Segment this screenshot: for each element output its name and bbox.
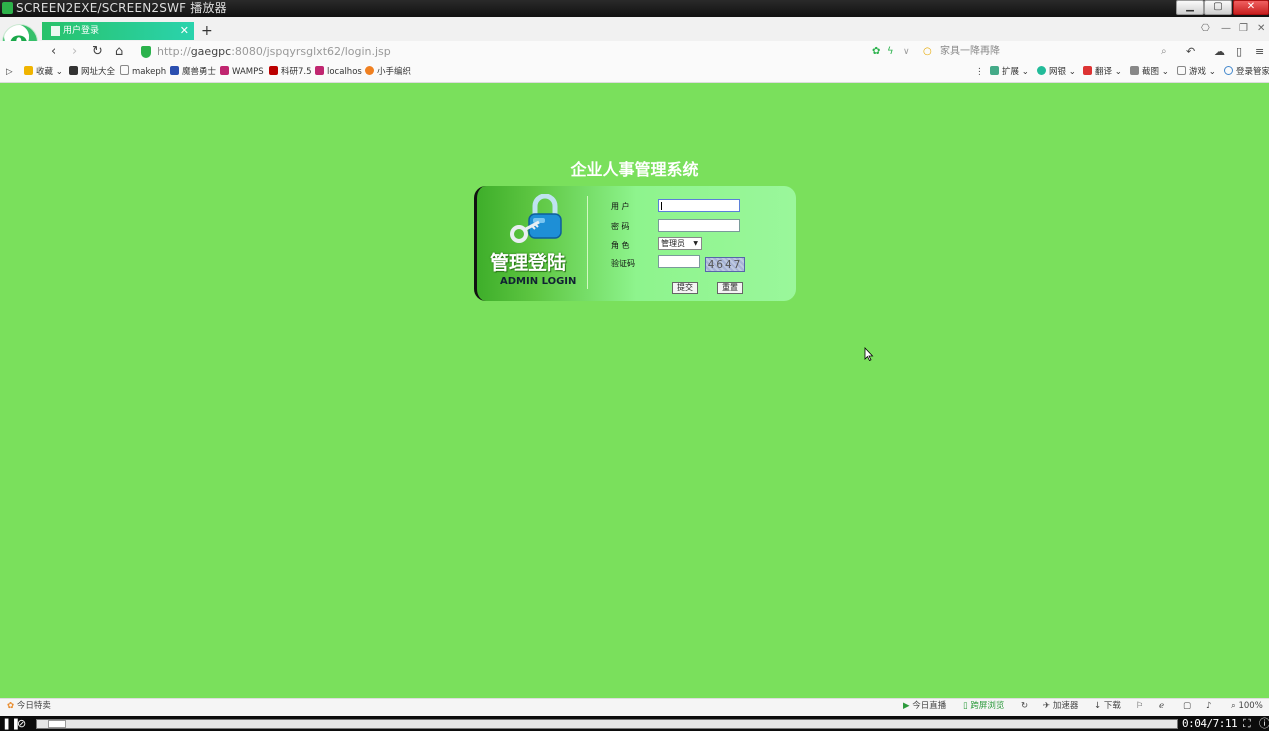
dropdown-chevron-icon[interactable]: ∨ — [903, 41, 910, 63]
search-icon[interactable]: ⌕ — [1161, 41, 1167, 63]
panel-divider — [587, 196, 588, 289]
status-download[interactable]: ↓ 下载 — [1094, 698, 1121, 715]
minimize-icon: ▁ — [1186, 1, 1194, 12]
password-input[interactable] — [658, 219, 740, 232]
url-host: gaegpc — [190, 45, 232, 58]
toolbar-games[interactable]: 游戏 ⌄ — [1177, 63, 1216, 82]
page-title: 企业人事管理系统 — [570, 160, 699, 179]
reset-button[interactable]: 重置 — [717, 282, 743, 294]
tab-label: 用户登录 — [63, 26, 100, 36]
bookmark-wamps[interactable]: WAMPS — [220, 63, 264, 82]
stop-icon[interactable]: ⊘ — [17, 716, 26, 731]
status-refresh-icon[interactable]: ↻ — [1021, 698, 1028, 715]
close-icon: ✕ — [1246, 1, 1256, 12]
tab-close-icon[interactable]: ✕ — [180, 22, 189, 40]
restore-tabs-icon[interactable]: ⎔ — [1201, 23, 1210, 34]
search-input[interactable]: 家具一降再降 — [940, 41, 1000, 63]
new-tab-button[interactable]: + — [201, 22, 213, 40]
bookmark-makeph[interactable]: makeph — [120, 63, 166, 82]
toolbar-screenshot[interactable]: 截图 ⌄ — [1130, 63, 1169, 82]
bookmark-localhost[interactable]: localhos — [315, 63, 362, 82]
cloud-icon[interactable]: ☁ — [1214, 41, 1225, 63]
login-panel: 管理登陆 ADMIN LOGIN 用 户 密 码 角 色 管理员 ▼ 验证码 4… — [474, 186, 796, 301]
phone-icon[interactable]: ▯ — [1236, 41, 1242, 63]
captcha-label: 验证码 — [611, 259, 635, 268]
bookmarks-more-icon[interactable]: ⋮ — [975, 63, 984, 82]
tab-user-login[interactable]: 用户登录 ✕ — [42, 22, 194, 40]
forward-arrow-icon[interactable]: › — [72, 41, 77, 63]
undo-icon[interactable]: ↶ — [1186, 41, 1195, 63]
bookmark-favorites[interactable]: 收藏 ⌄ — [24, 63, 63, 82]
captcha-image[interactable]: 4647 — [705, 257, 745, 272]
admin-login-subheading: ADMIN LOGIN — [500, 276, 577, 287]
close-browser-icon[interactable]: ✕ — [1257, 23, 1265, 34]
fullscreen-icon[interactable]: ⛶ — [1243, 716, 1251, 731]
status-live[interactable]: ▶ 今日直播 — [903, 698, 946, 715]
time-readout: 0:04/7:11 — [1182, 717, 1238, 730]
player-titlebar: SCREEN2EXE/SCREEN2SWF 播放器 ▁ ▢ ✕ — [0, 0, 1269, 17]
admin-login-heading: 管理登陆 — [490, 252, 567, 274]
status-flag-icon[interactable]: ⚐ — [1136, 698, 1144, 715]
submit-button[interactable]: 提交 — [672, 282, 698, 294]
maximize-button[interactable]: ▢ — [1204, 0, 1232, 15]
status-daily-deals[interactable]: ✿ 今日特卖 — [7, 698, 51, 715]
extension-gear-icon[interactable]: ✿ — [872, 41, 880, 63]
status-ie-icon[interactable]: ℯ — [1159, 698, 1164, 715]
role-selected-value: 管理员 — [661, 239, 685, 248]
lightning-icon[interactable]: ϟ — [887, 41, 894, 63]
home-icon[interactable]: ⌂ — [115, 41, 123, 63]
seek-bar[interactable] — [36, 719, 1178, 729]
bookmark-knitting[interactable]: 小手编织 — [365, 63, 411, 82]
status-bar — [0, 698, 1269, 716]
bookmarks-toggle-icon[interactable]: ▷ — [6, 63, 13, 82]
status-cross-screen[interactable]: ▯ 跨屏浏览 — [963, 698, 1004, 715]
minimize-button[interactable]: ▁ — [1176, 0, 1204, 15]
maximize-icon: ▢ — [1213, 1, 1223, 12]
lock-key-icon — [510, 194, 562, 243]
menu-icon[interactable]: ≡ — [1255, 41, 1264, 63]
captcha-input[interactable] — [658, 255, 700, 268]
search-engine-icon[interactable]: ○ — [923, 41, 932, 63]
shield-icon — [141, 46, 151, 58]
back-arrow-icon[interactable]: ‹ — [51, 41, 56, 63]
reload-icon[interactable]: ↻ — [92, 41, 103, 63]
toolbar-banking[interactable]: 网银 ⌄ — [1037, 63, 1076, 82]
mouse-cursor-icon — [864, 347, 874, 361]
status-volume-icon[interactable]: ♪ — [1206, 698, 1211, 715]
bookmark-keyan[interactable]: 科研7.5 — [269, 63, 312, 82]
user-label: 用 户 — [611, 202, 630, 211]
password-label: 密 码 — [611, 222, 630, 231]
address-bar[interactable]: http://gaegpc:8080/jspqyrsglxt62/login.j… — [157, 41, 391, 63]
bookmark-site-nav[interactable]: 网址大全 — [69, 63, 115, 82]
player-title: SCREEN2EXE/SCREEN2SWF 播放器 — [16, 1, 227, 15]
player-logo-icon — [2, 2, 13, 14]
role-label: 角 色 — [611, 241, 630, 250]
maximize-browser-icon[interactable]: ❐ — [1239, 23, 1248, 34]
bookmark-warcraft[interactable]: 魔兽勇士 — [170, 63, 216, 82]
status-accelerator[interactable]: ✈ 加速器 — [1043, 698, 1078, 715]
role-select[interactable]: 管理员 ▼ — [658, 237, 702, 250]
seek-thumb[interactable] — [48, 720, 67, 728]
close-window-button[interactable]: ✕ — [1233, 0, 1269, 15]
text-caret — [661, 202, 662, 210]
status-window-icon[interactable]: ▢ — [1183, 698, 1191, 715]
minimize-browser-icon[interactable]: — — [1221, 23, 1231, 34]
page-icon — [51, 26, 60, 36]
toolbar-login-manager[interactable]: 登录管家 — [1224, 63, 1269, 82]
username-input[interactable] — [658, 199, 740, 212]
info-icon[interactable]: ⓘ — [1259, 716, 1269, 731]
toolbar-extensions[interactable]: 扩展 ⌄ — [990, 63, 1029, 82]
toolbar-translate[interactable]: 翻译 ⌄ — [1083, 63, 1122, 82]
select-arrow-icon: ▼ — [693, 240, 698, 247]
status-zoom[interactable]: ⌕ 100% — [1231, 698, 1263, 715]
